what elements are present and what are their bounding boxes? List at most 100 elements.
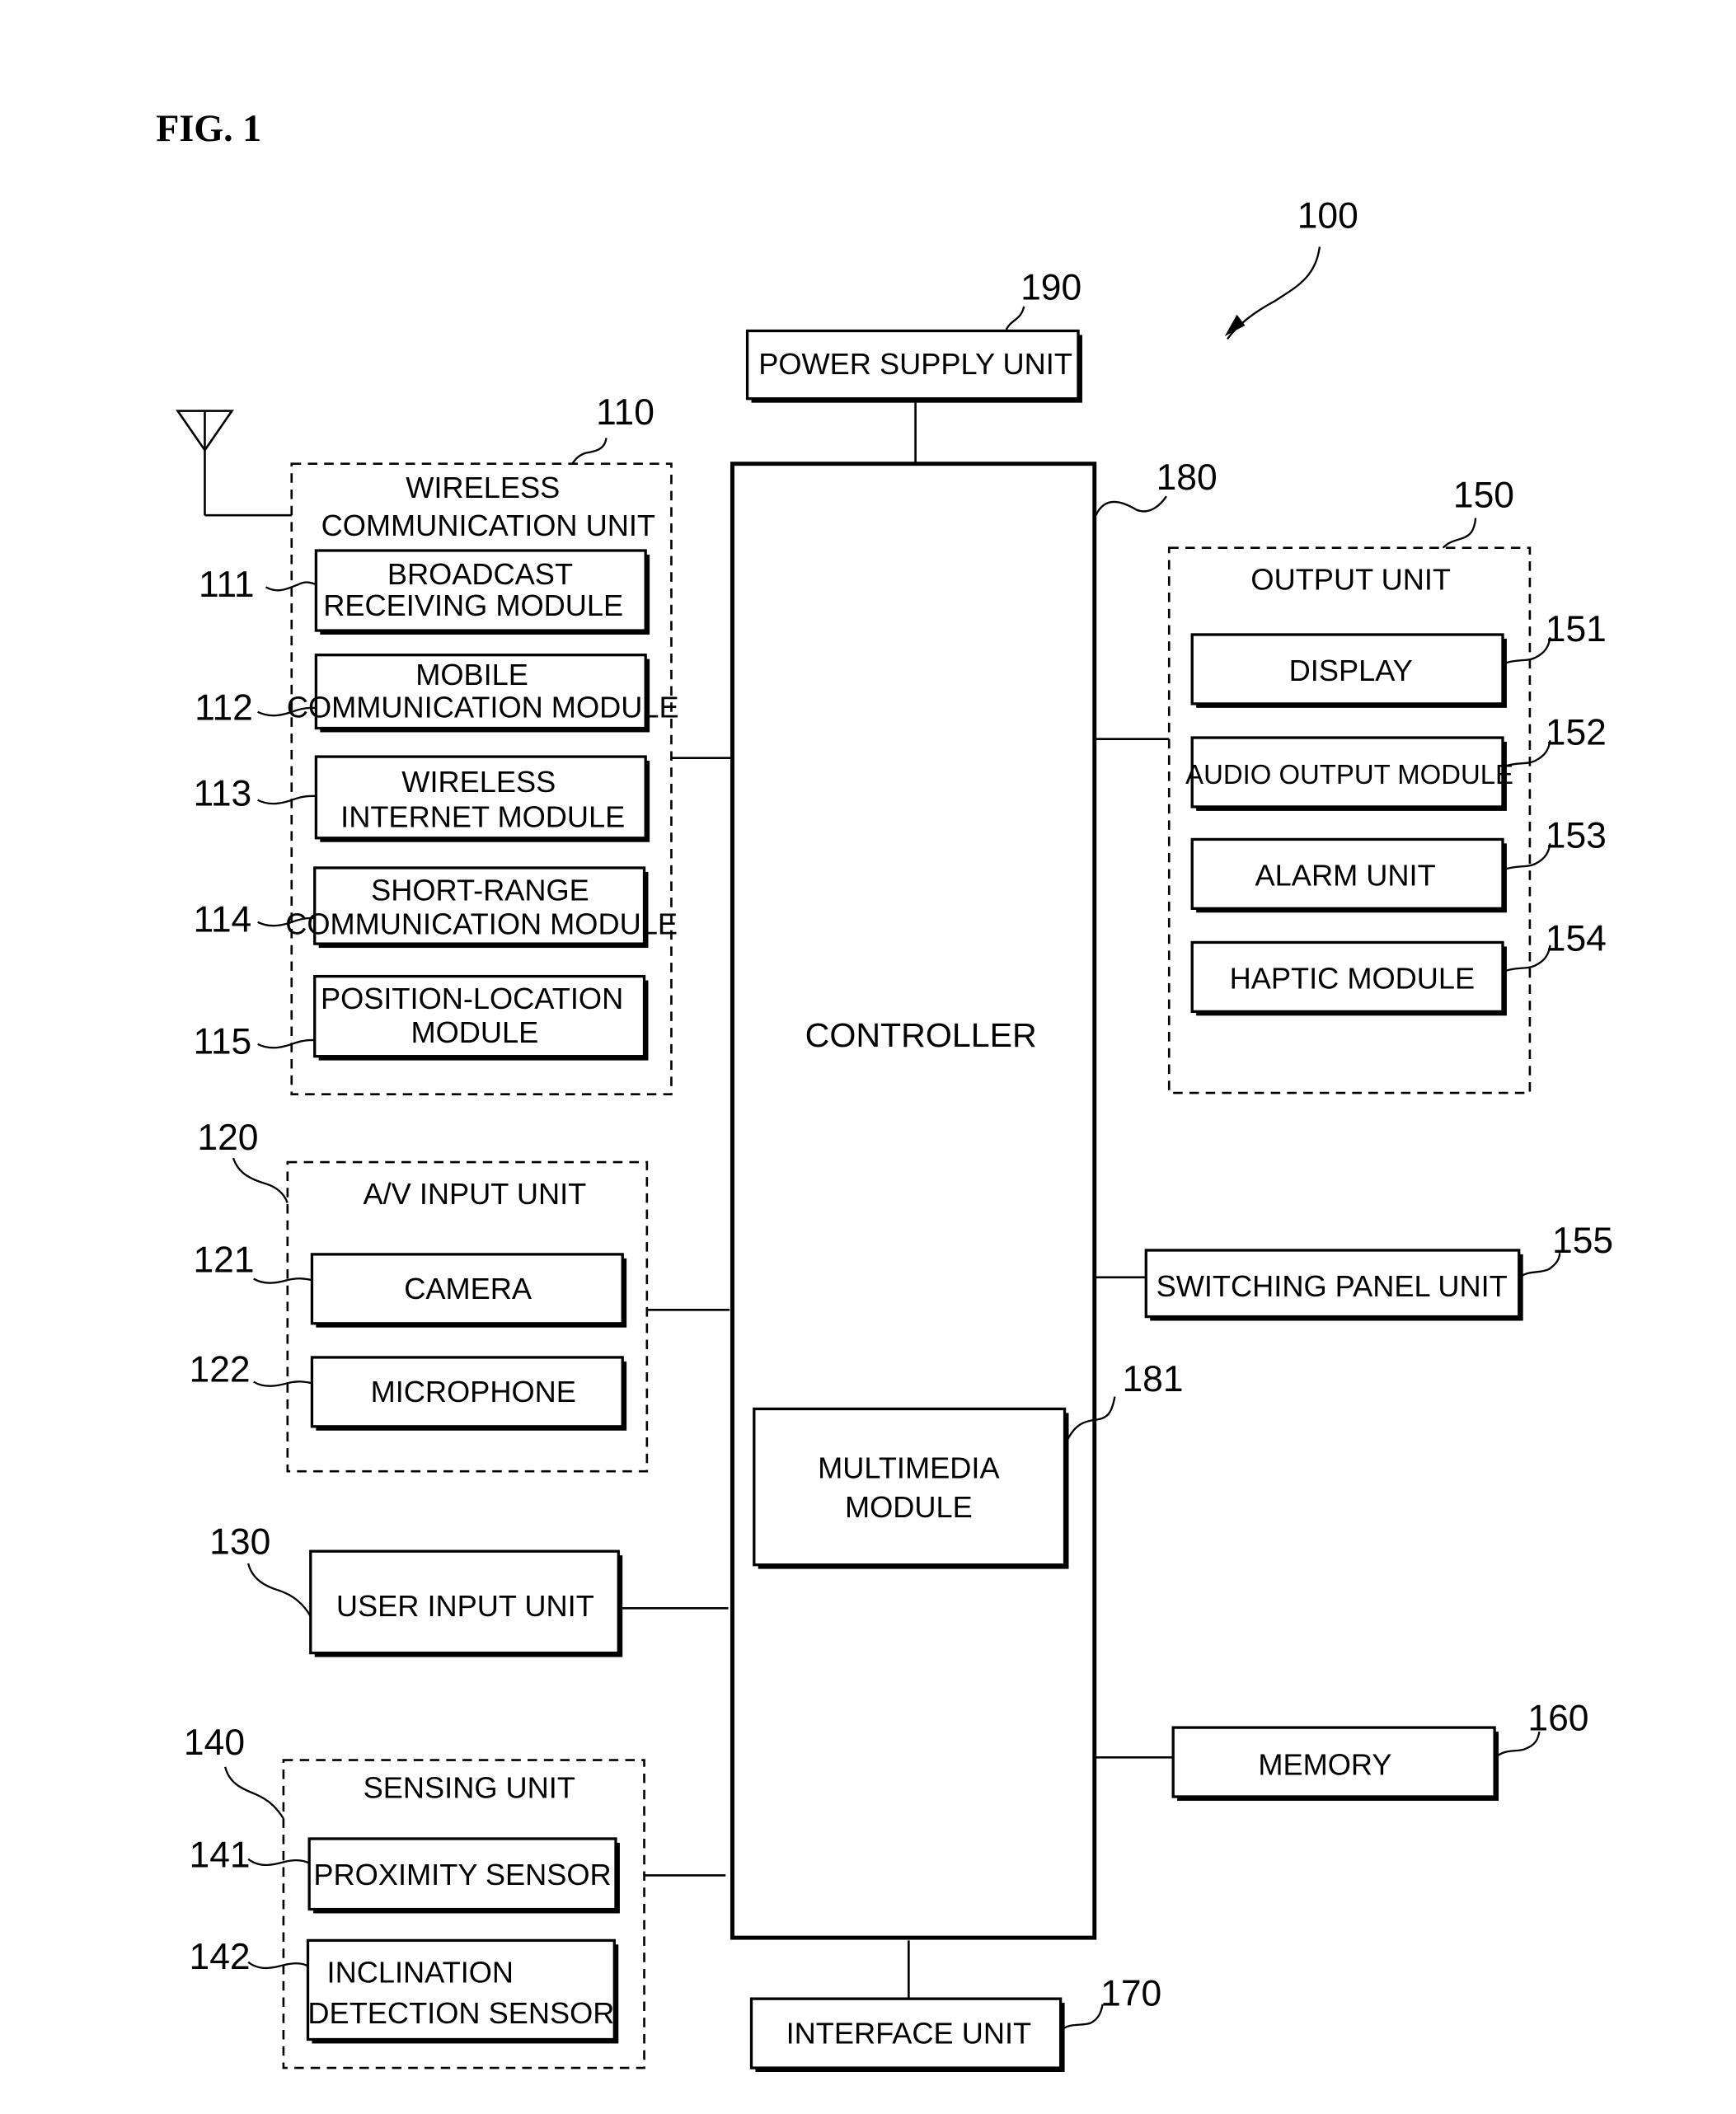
block-diagram: FIG. 1 100 POWER SUPPLY UNIT 190 CONTROL… [156, 107, 1613, 2072]
ref-142: 142 [190, 1937, 251, 1977]
sensing-unit: SENSING UNIT 140 PROXIMITY SENSOR 141 IN… [184, 1723, 726, 2069]
module-label-line1: SHORT-RANGE [371, 873, 589, 907]
memory-label: MEMORY [1258, 1748, 1391, 1782]
ref-181: 181 [1122, 1359, 1183, 1399]
device-reference: 100 [1224, 195, 1358, 340]
module-label: CAMERA [404, 1272, 533, 1305]
module-label-line1: PROXIMITY SENSOR [313, 1858, 611, 1891]
module-display: DISPLAY 151 [1190, 609, 1607, 708]
module-proximity-sensor: PROXIMITY SENSOR 141 [190, 1835, 620, 1914]
controller-box [730, 462, 1097, 1940]
module-microphone: MICROPHONE 122 [190, 1350, 627, 1431]
module-label: MICROPHONE [371, 1375, 576, 1409]
module-label-line2: COMMUNICATION MODULE [285, 907, 678, 941]
ref-190: 190 [1020, 268, 1081, 308]
module-label-line1: POSITION-LOCATION [321, 982, 623, 1015]
ref-120: 120 [197, 1118, 258, 1158]
leader-170 [1063, 2004, 1104, 2030]
switching-panel-unit: SWITCHING PANEL UNIT 155 [1094, 1221, 1613, 1321]
ref-140: 140 [184, 1723, 245, 1763]
output-title: OUTPUT UNIT [1250, 563, 1451, 597]
ref-122: 122 [190, 1350, 251, 1390]
ref-113: 113 [193, 773, 251, 813]
leader-150 [1442, 518, 1477, 549]
ref-100: 100 [1297, 195, 1358, 236]
leader-180 [1095, 495, 1167, 516]
module-label-line1: WIRELESS [401, 765, 556, 799]
module-broadcast-receiving: BROADCAST RECEIVING MODULE 111 [199, 549, 650, 635]
av-title: A/V INPUT UNIT [363, 1177, 586, 1211]
module-label-line1: INCLINATION [327, 1955, 514, 1989]
leader-154 [1504, 945, 1551, 973]
wireless-communication-unit: WIRELESS COMMUNICATION UNIT 110 BROADCAS… [193, 392, 733, 1096]
ref-153: 153 [1546, 815, 1607, 855]
module-wireless-internet: WIRELESS INTERNET MODULE 113 [193, 755, 650, 842]
module-camera: CAMERA 121 [193, 1240, 627, 1328]
leader-153 [1504, 843, 1551, 870]
module-short-range-communication: SHORT-RANGE COMMUNICATION MODULE 114 [193, 866, 678, 949]
module-label: DISPLAY [1289, 654, 1413, 687]
user-input-unit: USER INPUT UNIT 130 [209, 1521, 729, 1657]
wireless-title-line2: COMMUNICATION UNIT [321, 509, 655, 542]
leader-115 [257, 1038, 315, 1049]
module-inclination-detection-sensor: INCLINATION DETECTION SENSOR 142 [190, 1937, 619, 2044]
switching-panel-label: SWITCHING PANEL UNIT [1157, 1269, 1508, 1303]
memory: MEMORY 160 [1094, 1698, 1588, 1801]
arrow-head-icon [1224, 314, 1246, 337]
module-position-location: POSITION-LOCATION MODULE 115 [193, 974, 649, 1062]
module-label: AUDIO OUTPUT MODULE [1185, 759, 1513, 790]
ref-110: 110 [596, 392, 655, 433]
ref-141: 141 [190, 1835, 251, 1876]
controller: CONTROLLER 180 [730, 457, 1218, 1940]
power-supply-unit: POWER SUPPLY UNIT 190 [745, 268, 1082, 464]
module-label-line1: MOBILE [415, 658, 528, 691]
ref-111: 111 [199, 565, 255, 605]
ref-121: 121 [193, 1240, 254, 1280]
sensing-title: SENSING UNIT [364, 1771, 575, 1805]
module-alarm-unit: ALARM UNIT 153 [1190, 815, 1607, 913]
output-unit: OUTPUT UNIT 150 DISPLAY 151 AUDIO OUTPUT… [1094, 475, 1607, 1094]
ref-112: 112 [195, 688, 253, 729]
ref-160: 160 [1527, 1698, 1588, 1738]
leader-151 [1504, 637, 1551, 664]
ref-155: 155 [1552, 1221, 1613, 1261]
leader-142 [247, 1961, 309, 1970]
leader-120 [232, 1157, 289, 1203]
module-label-line1: BROADCAST [387, 557, 573, 591]
ref-130: 130 [209, 1521, 270, 1562]
module-label: HAPTIC MODULE [1230, 961, 1476, 995]
ref-114: 114 [193, 899, 251, 940]
leader-113 [257, 795, 317, 805]
ref-152: 152 [1546, 712, 1607, 752]
multimedia-label-line1: MULTIMEDIA [818, 1451, 1000, 1484]
user-input-label: USER INPUT UNIT [336, 1589, 594, 1623]
module-mobile-communication: MOBILE COMMUNICATION MODULE 112 [195, 654, 679, 733]
module-audio-output: AUDIO OUTPUT MODULE 152 [1185, 712, 1607, 811]
leader-190 [1005, 306, 1025, 330]
leader-130 [246, 1563, 312, 1617]
leader-121 [253, 1277, 312, 1284]
interface-unit: INTERFACE UNIT 170 [749, 1940, 1161, 2072]
controller-label: CONTROLLER [805, 1016, 1037, 1054]
ref-170: 170 [1100, 1973, 1161, 2013]
leader-141 [247, 1858, 310, 1867]
ref-151: 151 [1546, 609, 1607, 649]
ref-115: 115 [193, 1021, 251, 1062]
multimedia-label-line2: MODULE [845, 1490, 973, 1524]
ref-150: 150 [1453, 475, 1514, 515]
interface-label: INTERFACE UNIT [786, 2016, 1032, 2050]
module-haptic: HAPTIC MODULE 154 [1190, 918, 1607, 1016]
module-label-line2: COMMUNICATION MODULE [287, 690, 679, 724]
module-label-line2: RECEIVING MODULE [323, 588, 623, 622]
power-supply-label: POWER SUPPLY UNIT [758, 347, 1072, 381]
leader-140 [224, 1766, 284, 1819]
ref-154: 154 [1546, 918, 1607, 959]
figure-title: FIG. 1 [156, 107, 261, 149]
wireless-title-line1: WIRELESS [406, 471, 560, 504]
av-input-unit: A/V INPUT UNIT 120 CAMERA 121 MICROPHONE… [190, 1118, 730, 1473]
leader-122 [253, 1380, 312, 1387]
module-label-line2: INTERNET MODULE [340, 800, 625, 834]
antenna-icon [176, 410, 292, 517]
leader-110 [571, 438, 608, 465]
module-label-line2: DETECTION SENSOR [307, 1996, 614, 2030]
